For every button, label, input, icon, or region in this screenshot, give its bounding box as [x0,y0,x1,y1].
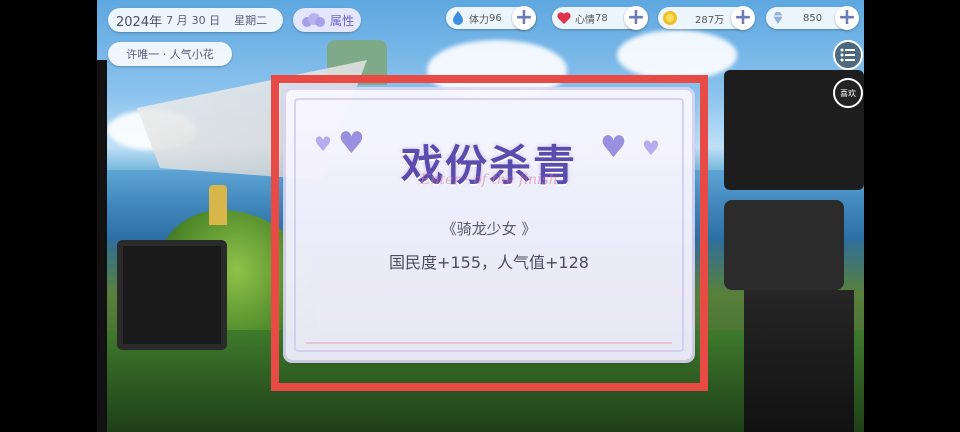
heart-icon [557,12,571,24]
diamond-icon [773,12,783,24]
favorite-button[interactable]: 喜欢 [833,78,863,108]
add-stamina-button[interactable]: + [512,6,536,30]
player-title: 许唯一 · 人气小花 [108,42,232,66]
camera-lens [724,200,844,290]
camera-tripod [744,290,854,432]
diamond-value: 850 [803,12,823,24]
date-year: 2024年 [116,14,163,30]
divider [306,342,672,344]
letterbox-right [864,0,960,432]
add-diamonds-button[interactable]: + [835,6,859,30]
stamina-label: 体力 [469,14,489,26]
mood-label: 心情 [575,14,595,26]
list-icon [840,48,855,62]
popup-subtitle: Enter · of the finish [420,172,558,188]
cloud-sparkle-icon [301,13,325,27]
stamina-value: 96 [489,12,502,24]
water-drop-icon [453,11,463,25]
date-day: 30 日 [191,14,221,27]
date-weekday: 星期二 [234,14,268,27]
drama-name: 《骑龙少女 》 [441,220,537,238]
coin-value: 287万 [695,14,725,26]
letterbox-left [0,0,97,432]
coin-icon [663,11,677,25]
reward-text: 国民度+155，人气值+128 [389,253,589,272]
date-month: 7 月 [166,14,188,27]
favorite-label: 喜欢 [840,88,856,98]
player-title-text: 许唯一 · 人气小花 [126,48,214,61]
add-mood-button[interactable]: + [624,6,648,30]
menu-button[interactable] [833,40,863,70]
attributes-button[interactable]: 属性 [293,8,361,32]
light-stand [97,60,107,432]
studio-light [117,240,227,350]
mood-value: 78 [595,12,608,24]
attributes-label: 属性 [329,13,354,28]
add-coins-button[interactable]: + [731,6,755,30]
wrap-up-popup[interactable]: ♥ ♥ ♥ ♥ 戏份杀青 Enter · of the finish 《骑龙少女… [286,90,692,360]
golden-tower [209,185,227,225]
date-display: 2024年 7 月 30 日 星期二 [108,8,283,32]
